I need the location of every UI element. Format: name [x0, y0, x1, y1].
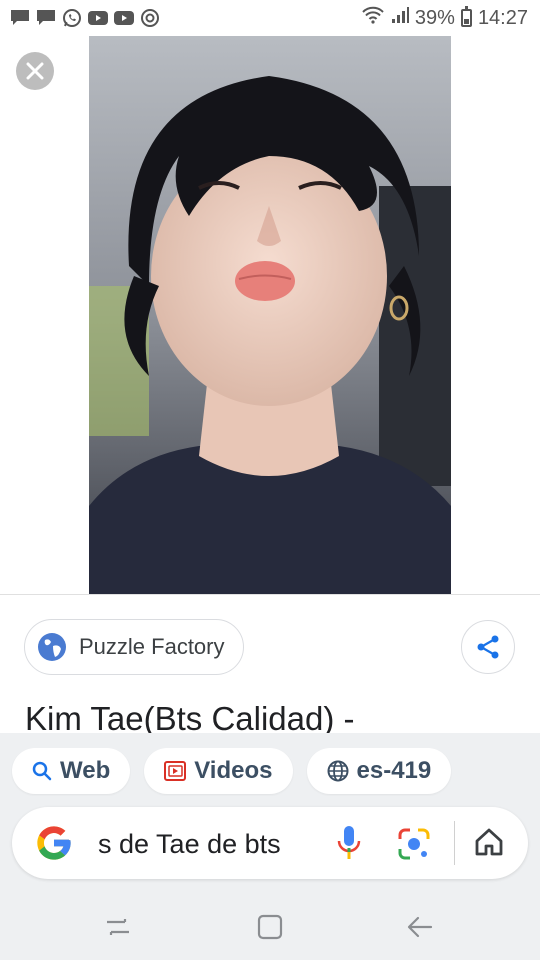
close-button[interactable] — [16, 52, 54, 90]
battery-percent: 39% — [414, 6, 455, 29]
home-button[interactable] — [254, 911, 286, 943]
chip-label: es-419 — [356, 757, 432, 784]
source-chip[interactable]: Puzzle Factory — [24, 619, 244, 675]
home-icon[interactable] — [474, 827, 504, 857]
chat-icon — [36, 8, 56, 28]
globe-icon — [327, 760, 348, 782]
youtube-icon — [114, 8, 134, 28]
divider — [0, 594, 540, 595]
wifi-icon — [361, 6, 385, 30]
back-button[interactable] — [404, 911, 436, 943]
photo[interactable] — [89, 36, 451, 594]
status-indicators: 39% 14:27 — [361, 6, 528, 30]
camera-icon — [140, 8, 160, 28]
battery-icon — [460, 6, 472, 27]
recents-button[interactable] — [102, 911, 134, 943]
system-nav-bar — [0, 893, 540, 960]
recents-icon — [107, 919, 129, 935]
google-logo[interactable] — [34, 823, 74, 863]
search-icon — [32, 761, 52, 781]
youtube-icon — [88, 8, 108, 28]
search-query[interactable]: s de Tae de bts — [98, 829, 281, 860]
share-icon — [477, 635, 499, 659]
whatsapp-icon — [62, 8, 82, 28]
image-viewer — [0, 36, 540, 594]
chip-label: Videos — [194, 757, 273, 784]
close-icon — [26, 62, 44, 80]
clock: 14:27 — [477, 6, 528, 29]
signal-icon — [391, 6, 409, 30]
chat-icon — [10, 8, 30, 28]
separator — [454, 821, 455, 865]
share-button[interactable] — [461, 620, 515, 674]
back-arrow-icon — [407, 916, 433, 938]
home-square-icon — [257, 914, 283, 940]
source-name: Puzzle Factory — [79, 634, 225, 659]
chip-language[interactable]: es-419 — [306, 748, 452, 794]
notification-icons — [10, 8, 160, 28]
screen: 39% 14:27 Puzzle Factory Kim Tae(Bts Cal… — [0, 0, 540, 960]
mic-icon[interactable] — [335, 824, 363, 862]
video-icon — [164, 761, 187, 781]
chip-web[interactable]: Web — [12, 748, 131, 794]
filter-chips: Web Videos es-419 — [12, 748, 452, 794]
globe-icon — [38, 633, 66, 661]
chip-videos[interactable]: Videos — [144, 748, 293, 794]
status-bar: 39% 14:27 — [0, 0, 540, 36]
search-bar[interactable]: s de Tae de bts — [12, 807, 528, 879]
chip-label: Web — [60, 757, 111, 784]
search-panel: Web Videos es-419 s de Tae de bts — [0, 733, 540, 893]
lens-icon[interactable] — [397, 827, 431, 861]
